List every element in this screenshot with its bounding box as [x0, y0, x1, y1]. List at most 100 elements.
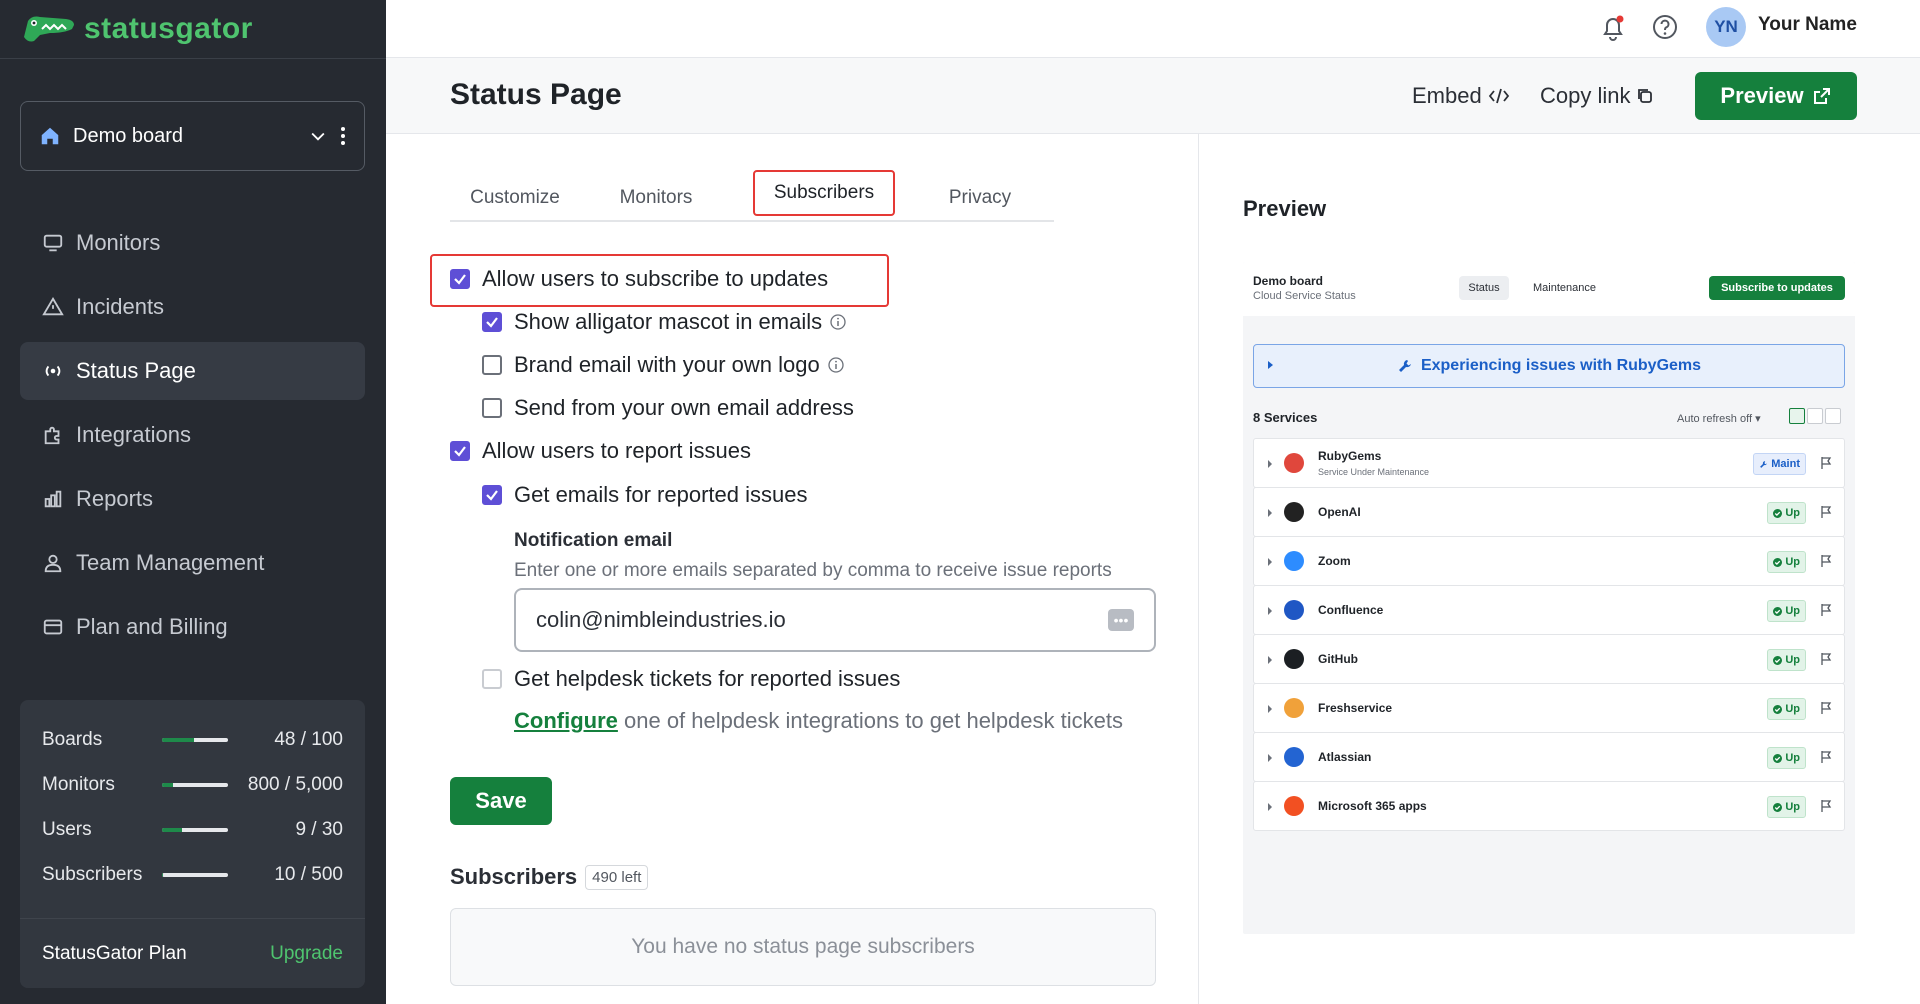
tab-monitors[interactable]: Monitors [580, 176, 732, 220]
tab-customize[interactable]: Customize [450, 176, 580, 220]
preview-subscribe-button[interactable]: Subscribe to updates [1709, 276, 1845, 300]
brand-logo-option[interactable]: Brand email with your own logo [482, 352, 844, 378]
external-link-icon [1813, 88, 1830, 104]
flag-icon[interactable] [1820, 603, 1832, 617]
logo[interactable]: statusgator [20, 6, 253, 52]
flag-icon[interactable] [1820, 701, 1832, 715]
flag-icon[interactable] [1820, 799, 1832, 813]
flag-icon[interactable] [1820, 554, 1832, 568]
preview-auto-refresh[interactable]: Auto refresh off ▾ [1677, 412, 1761, 425]
emails-reported-option[interactable]: Get emails for reported issues [482, 482, 807, 508]
more-vertical-icon[interactable] [340, 126, 346, 146]
preview-button[interactable]: Preview [1695, 72, 1857, 120]
service-name: Freshservice [1318, 701, 1393, 715]
code-icon [1488, 88, 1509, 104]
configure-rest: one of helpdesk integrations to get help… [617, 708, 1123, 733]
checkbox[interactable] [482, 669, 502, 689]
check-circle-icon [1773, 606, 1783, 616]
usage-name: Subscribers [42, 864, 143, 885]
service-logo-icon [1284, 698, 1304, 718]
save-button[interactable]: Save [450, 777, 552, 825]
view-grid-icon[interactable] [1807, 408, 1823, 424]
preview-service-row[interactable]: Confluence Up [1253, 585, 1845, 635]
allow-subscribe-option[interactable]: Allow users to subscribe to updates [430, 254, 889, 307]
preview-board-name: Demo board [1253, 274, 1324, 288]
preview-tab-status[interactable]: Status [1459, 276, 1509, 300]
sidebar-item-incidents[interactable]: Incidents [20, 278, 365, 336]
notification-email-field[interactable]: colin@nimbleindustries.io ••• [514, 588, 1156, 652]
preview-header: Demo board Cloud Service Status Status M… [1243, 262, 1855, 316]
caret-right-icon [1268, 460, 1272, 468]
preview-service-row[interactable]: GitHub Up [1253, 634, 1845, 684]
sidebar-item-team-management[interactable]: Team Management [20, 534, 365, 592]
home-icon [41, 127, 59, 145]
board-selector[interactable]: Demo board [20, 101, 365, 171]
view-list-icon[interactable] [1789, 408, 1805, 424]
sidebar-item-monitors[interactable]: Monitors [20, 214, 365, 272]
copy-icon [1638, 89, 1653, 103]
bar-chart-icon [44, 490, 62, 508]
configure-link[interactable]: Configure [514, 708, 618, 733]
sidebar-item-plan-and-billing[interactable]: Plan and Billing [20, 598, 365, 656]
check-circle-icon [1773, 508, 1783, 518]
service-status-badge: Up [1767, 649, 1806, 671]
check-icon [486, 490, 498, 501]
sidebar-item-status-page[interactable]: Status Page [20, 342, 365, 400]
show-mascot-option[interactable]: Show alligator mascot in emails [482, 309, 846, 335]
avatar[interactable]: YN [1706, 7, 1746, 47]
user-name[interactable]: Your Name [1758, 14, 1857, 36]
usage-bar-fill [162, 873, 164, 877]
divider [0, 58, 386, 59]
configure-hint: Configure one of helpdesk integrations t… [514, 708, 1123, 734]
own-email-option[interactable]: Send from your own email address [482, 395, 854, 421]
checkbox[interactable] [482, 398, 502, 418]
checkbox[interactable] [450, 441, 470, 461]
status-label: Up [1785, 752, 1800, 764]
chevron-down-icon[interactable] [308, 126, 328, 146]
bell-icon[interactable] [1600, 14, 1626, 42]
preview-tab-maintenance[interactable]: Maintenance [1533, 276, 1596, 300]
checkbox[interactable] [482, 355, 502, 375]
service-name: Microsoft 365 apps [1318, 799, 1427, 813]
subscribers-empty-state: You have no status page subscribers [450, 908, 1156, 986]
embed-button[interactable]: Embed [1412, 83, 1510, 109]
flag-icon[interactable] [1820, 750, 1832, 764]
preview-service-row[interactable]: Freshservice Up [1253, 683, 1845, 733]
flag-icon[interactable] [1820, 456, 1832, 470]
preview-service-row[interactable]: Zoom Up [1253, 536, 1845, 586]
flag-icon[interactable] [1820, 652, 1832, 666]
preview-incident-banner[interactable]: Experiencing issues with RubyGems [1253, 344, 1845, 388]
service-status-badge: Up [1767, 551, 1806, 573]
credit-card-icon [43, 619, 63, 635]
allow-report-option[interactable]: Allow users to report issues [450, 438, 751, 464]
tab-privacy[interactable]: Privacy [910, 176, 1050, 220]
sidebar-item-integrations[interactable]: Integrations [20, 406, 365, 464]
tab-subscribers[interactable]: Subscribers [753, 170, 895, 216]
info-icon[interactable] [830, 314, 846, 330]
copy-link-button[interactable]: Copy link [1540, 83, 1654, 109]
checkbox[interactable] [482, 312, 502, 332]
preview-service-row[interactable]: Microsoft 365 apps Up [1253, 781, 1845, 831]
helpdesk-option[interactable]: Get helpdesk tickets for reported issues [482, 666, 900, 692]
caret-right-icon [1268, 705, 1272, 713]
caret-right-icon [1268, 656, 1272, 664]
email-value[interactable]: colin@nimbleindustries.io [536, 607, 1108, 633]
preview-service-row[interactable]: OpenAI Up [1253, 487, 1845, 537]
preview-service-row[interactable]: RubyGems Service Under Maintenance Maint [1253, 438, 1845, 488]
upgrade-link[interactable]: Upgrade [270, 943, 343, 965]
preview-service-row[interactable]: Atlassian Up [1253, 732, 1845, 782]
service-logo-icon [1284, 453, 1304, 473]
help-icon[interactable] [1652, 14, 1678, 40]
info-icon[interactable] [828, 357, 844, 373]
checkbox[interactable] [482, 485, 502, 505]
plan-name: StatusGator Plan [42, 942, 187, 964]
sidebar-item-reports[interactable]: Reports [20, 470, 365, 528]
usage-value: 9 / 30 [295, 819, 343, 840]
password-manager-icon[interactable]: ••• [1108, 609, 1134, 631]
view-compact-icon[interactable] [1825, 408, 1841, 424]
usage-bar-fill [162, 828, 182, 832]
flag-icon[interactable] [1820, 505, 1832, 519]
service-logo-icon [1284, 502, 1304, 522]
usage-name: Boards [42, 729, 103, 750]
caret-right-icon [1268, 558, 1272, 566]
